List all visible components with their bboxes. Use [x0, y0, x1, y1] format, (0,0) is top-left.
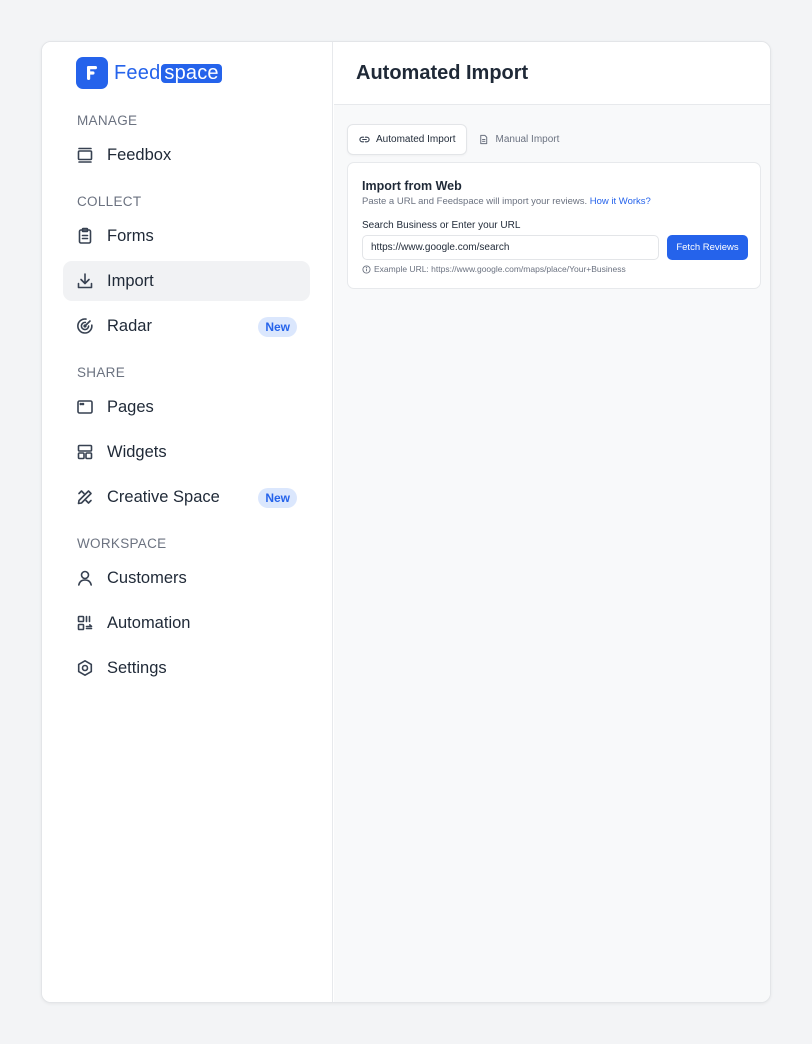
import-tabs: Automated Import Manual Import	[347, 124, 570, 155]
logo-wordmark: Feed space	[114, 62, 222, 85]
user-icon	[76, 569, 94, 587]
sidebar-item-label: Settings	[107, 658, 167, 677]
how-it-works-link[interactable]: How it Works?	[590, 196, 651, 207]
example-url-text: Example URL: https://www.google.com/maps…	[374, 264, 626, 274]
page-header: Automated Import	[334, 42, 770, 105]
sidebar-item-customers[interactable]: Customers	[63, 558, 310, 598]
sidebar-item-label: Automation	[107, 613, 191, 632]
automation-icon	[76, 614, 94, 632]
sidebar-item-creative-space[interactable]: Creative Space New	[63, 477, 310, 517]
sidebar-item-automation[interactable]: Automation	[63, 603, 310, 643]
file-icon	[480, 134, 488, 145]
sidebar-item-label: Widgets	[107, 442, 167, 461]
logo-word-prefix: Feed	[114, 61, 161, 84]
sidebar-item-label: Customers	[107, 568, 187, 587]
sidebar-item-forms[interactable]: Forms	[63, 216, 310, 256]
tab-label: Manual Import	[495, 134, 560, 145]
new-badge: New	[258, 317, 297, 337]
section-label-workspace: WORKSPACE	[77, 536, 167, 551]
sidebar-item-label: Forms	[107, 226, 154, 245]
feedspace-logo-icon	[76, 57, 108, 89]
sidebar-item-label: Creative Space	[107, 487, 220, 506]
clipboard-icon	[76, 227, 94, 245]
tab-automated-import[interactable]: Automated Import	[347, 124, 468, 155]
app-window: Feed space MANAGE Feedbox COLLECT Forms …	[41, 41, 771, 1003]
example-url-hint: Example URL: https://www.google.com/maps…	[362, 264, 626, 274]
hexagon-settings-icon	[76, 659, 94, 677]
tab-manual-import[interactable]: Manual Import	[467, 124, 570, 155]
url-input[interactable]	[362, 235, 659, 260]
section-label-share: SHARE	[77, 365, 126, 380]
main-content: Automated Import Automated Import Manual…	[334, 42, 770, 1002]
card-title: Import from Web	[362, 179, 462, 193]
sidebar-item-label: Radar	[107, 316, 152, 335]
pencil-ruler-icon	[76, 488, 94, 506]
import-from-web-card: Import from Web Paste a URL and Feedspac…	[347, 162, 761, 289]
section-label-collect: COLLECT	[77, 194, 142, 209]
tab-label: Automated Import	[376, 134, 456, 145]
sidebar-item-pages[interactable]: Pages	[63, 387, 310, 427]
new-badge: New	[258, 488, 297, 508]
sidebar-item-settings[interactable]: Settings	[63, 648, 310, 688]
radar-icon	[76, 317, 94, 335]
sidebar: Feed space MANAGE Feedbox COLLECT Forms …	[42, 42, 333, 1002]
download-icon	[76, 272, 94, 290]
link-icon	[359, 136, 370, 143]
sidebar-item-import[interactable]: Import	[63, 261, 310, 301]
inbox-icon	[76, 146, 94, 164]
url-field-label: Search Business or Enter your URL	[362, 220, 521, 231]
sidebar-item-label: Pages	[107, 397, 154, 416]
section-label-manage: MANAGE	[77, 113, 138, 128]
browser-window-icon	[76, 398, 94, 416]
fetch-reviews-button[interactable]: Fetch Reviews	[667, 235, 748, 260]
sidebar-item-label: Import	[107, 271, 154, 290]
page-title: Automated Import	[356, 61, 529, 84]
sidebar-item-widgets[interactable]: Widgets	[63, 432, 310, 472]
card-description-text: Paste a URL and Feedspace will import yo…	[362, 196, 588, 207]
card-description: Paste a URL and Feedspace will import yo…	[362, 196, 651, 207]
feedspace-logo[interactable]: Feed space	[76, 57, 222, 89]
layout-icon	[76, 443, 94, 461]
logo-word-highlight: space	[161, 63, 222, 83]
info-icon	[362, 264, 371, 274]
sidebar-item-radar[interactable]: Radar New	[63, 306, 310, 346]
sidebar-item-label: Feedbox	[107, 145, 172, 164]
sidebar-item-feedbox[interactable]: Feedbox	[63, 135, 310, 175]
